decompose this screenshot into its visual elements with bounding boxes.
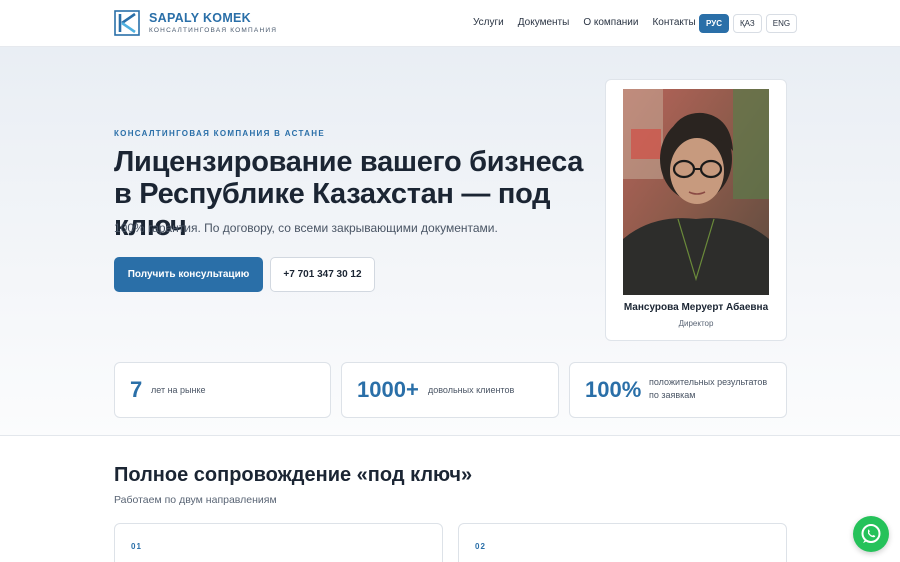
stat-value: 100% xyxy=(585,377,642,402)
logo-mark-icon xyxy=(114,10,140,36)
whatsapp-icon xyxy=(853,524,889,556)
director-photo xyxy=(623,89,769,295)
direction-number: 01 xyxy=(131,542,142,551)
hero-section: КОНСАЛТИНГОВАЯ КОМПАНИЯ В АСТАНЕ Лицензи… xyxy=(0,47,900,436)
director-card: Мансурова Меруерт Абаевна Директор xyxy=(605,79,787,341)
get-consultation-button[interactable]: Получить консультацию xyxy=(114,257,263,292)
logo[interactable]: SAPALY KOMEK КОНСАЛТИНГОВАЯ КОМПАНИЯ xyxy=(114,10,277,36)
site-header: SAPALY KOMEK КОНСАЛТИНГОВАЯ КОМПАНИЯ Усл… xyxy=(0,0,900,47)
logo-name: SAPALY KOMEK xyxy=(149,11,252,25)
stat-label: довольных клиентов xyxy=(428,385,515,395)
stat-card-years: 7 лет на рынке xyxy=(114,362,331,418)
hero-eyebrow: КОНСАЛТИНГОВАЯ КОМПАНИЯ В АСТАНЕ xyxy=(114,129,325,138)
stat-value: 1000+ xyxy=(357,377,419,402)
lang-kaz-button[interactable]: ҚАЗ xyxy=(732,14,762,33)
section-subtitle: Работаем по двум направлениям xyxy=(114,494,277,506)
direction-card-2[interactable]: 02 xyxy=(458,523,787,562)
main-nav: Услуги Документы О компании Контакты xyxy=(473,17,710,29)
direction-number: 02 xyxy=(475,542,486,551)
whatsapp-button[interactable] xyxy=(853,516,889,552)
phone-button[interactable]: +7 701 347 30 12 xyxy=(270,257,375,292)
lang-rus-button[interactable]: РУС xyxy=(699,14,729,33)
stat-card-results: 100% положительных результатов по заявка… xyxy=(569,362,787,418)
nav-services[interactable]: Услуги xyxy=(473,17,504,29)
nav-about[interactable]: О компании xyxy=(583,17,638,29)
section-title: Полное сопровождение «под ключ» xyxy=(114,464,473,486)
lang-eng-button[interactable]: ENG xyxy=(765,14,798,33)
director-name: Мансурова Меруерт Абаевна xyxy=(623,302,769,313)
stat-label: лет на рынке xyxy=(151,385,206,395)
nav-documents[interactable]: Документы xyxy=(518,17,570,29)
director-role: Директор xyxy=(678,319,714,328)
stat-label: положительных результатов по заявкам xyxy=(649,377,768,400)
nav-contacts[interactable]: Контакты xyxy=(652,17,695,29)
stat-value: 7 xyxy=(130,377,143,402)
stat-card-clients: 1000+ довольных клиентов xyxy=(341,362,559,418)
logo-tagline: КОНСАЛТИНГОВАЯ КОМПАНИЯ xyxy=(149,27,278,34)
direction-card-1[interactable]: 01 xyxy=(114,523,443,562)
language-switcher: РУС ҚАЗ ENG xyxy=(699,14,801,33)
hero-subtitle: 100% гарантия. По договору, со всеми зак… xyxy=(114,221,498,235)
